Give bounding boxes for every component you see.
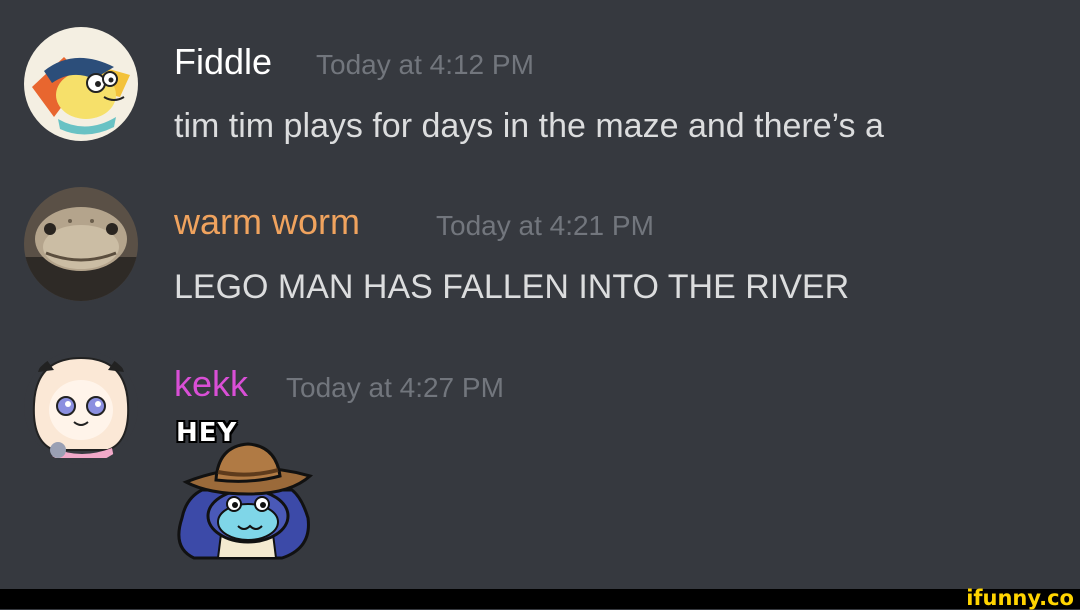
username-warm-worm[interactable]: warm worm [174,202,360,242]
message-text-fiddle: tim tim plays for days in the maze and t… [174,107,884,145]
sticker-caption: HEY [176,418,238,448]
cartoon-girl-icon [24,350,138,464]
timestamp-fiddle: Today at 4:12 PM [316,49,534,80]
lizard-photo-icon [24,187,138,301]
chat-log: Fiddle Today at 4:12 PM tim tim plays fo… [0,0,1080,589]
ifunny-watermark: ifunny.co [966,586,1074,610]
timestamp-kekk: Today at 4:27 PM [286,372,504,403]
timestamp-warm-worm: Today at 4:21 PM [436,210,654,241]
avatar-fiddle[interactable] [24,27,138,141]
avatar-warm-worm[interactable] [24,187,138,301]
avatar-kekk[interactable] [24,350,138,464]
cartoon-bird-icon [24,27,138,141]
footer-bar [0,589,1080,609]
username-kekk[interactable]: kekk [174,364,248,404]
message-text-warm-worm: LEGO MAN HAS FALLEN INTO THE RIVER [174,268,850,306]
username-fiddle[interactable]: Fiddle [174,42,272,82]
hey-sticker[interactable]: HEY [172,418,322,563]
